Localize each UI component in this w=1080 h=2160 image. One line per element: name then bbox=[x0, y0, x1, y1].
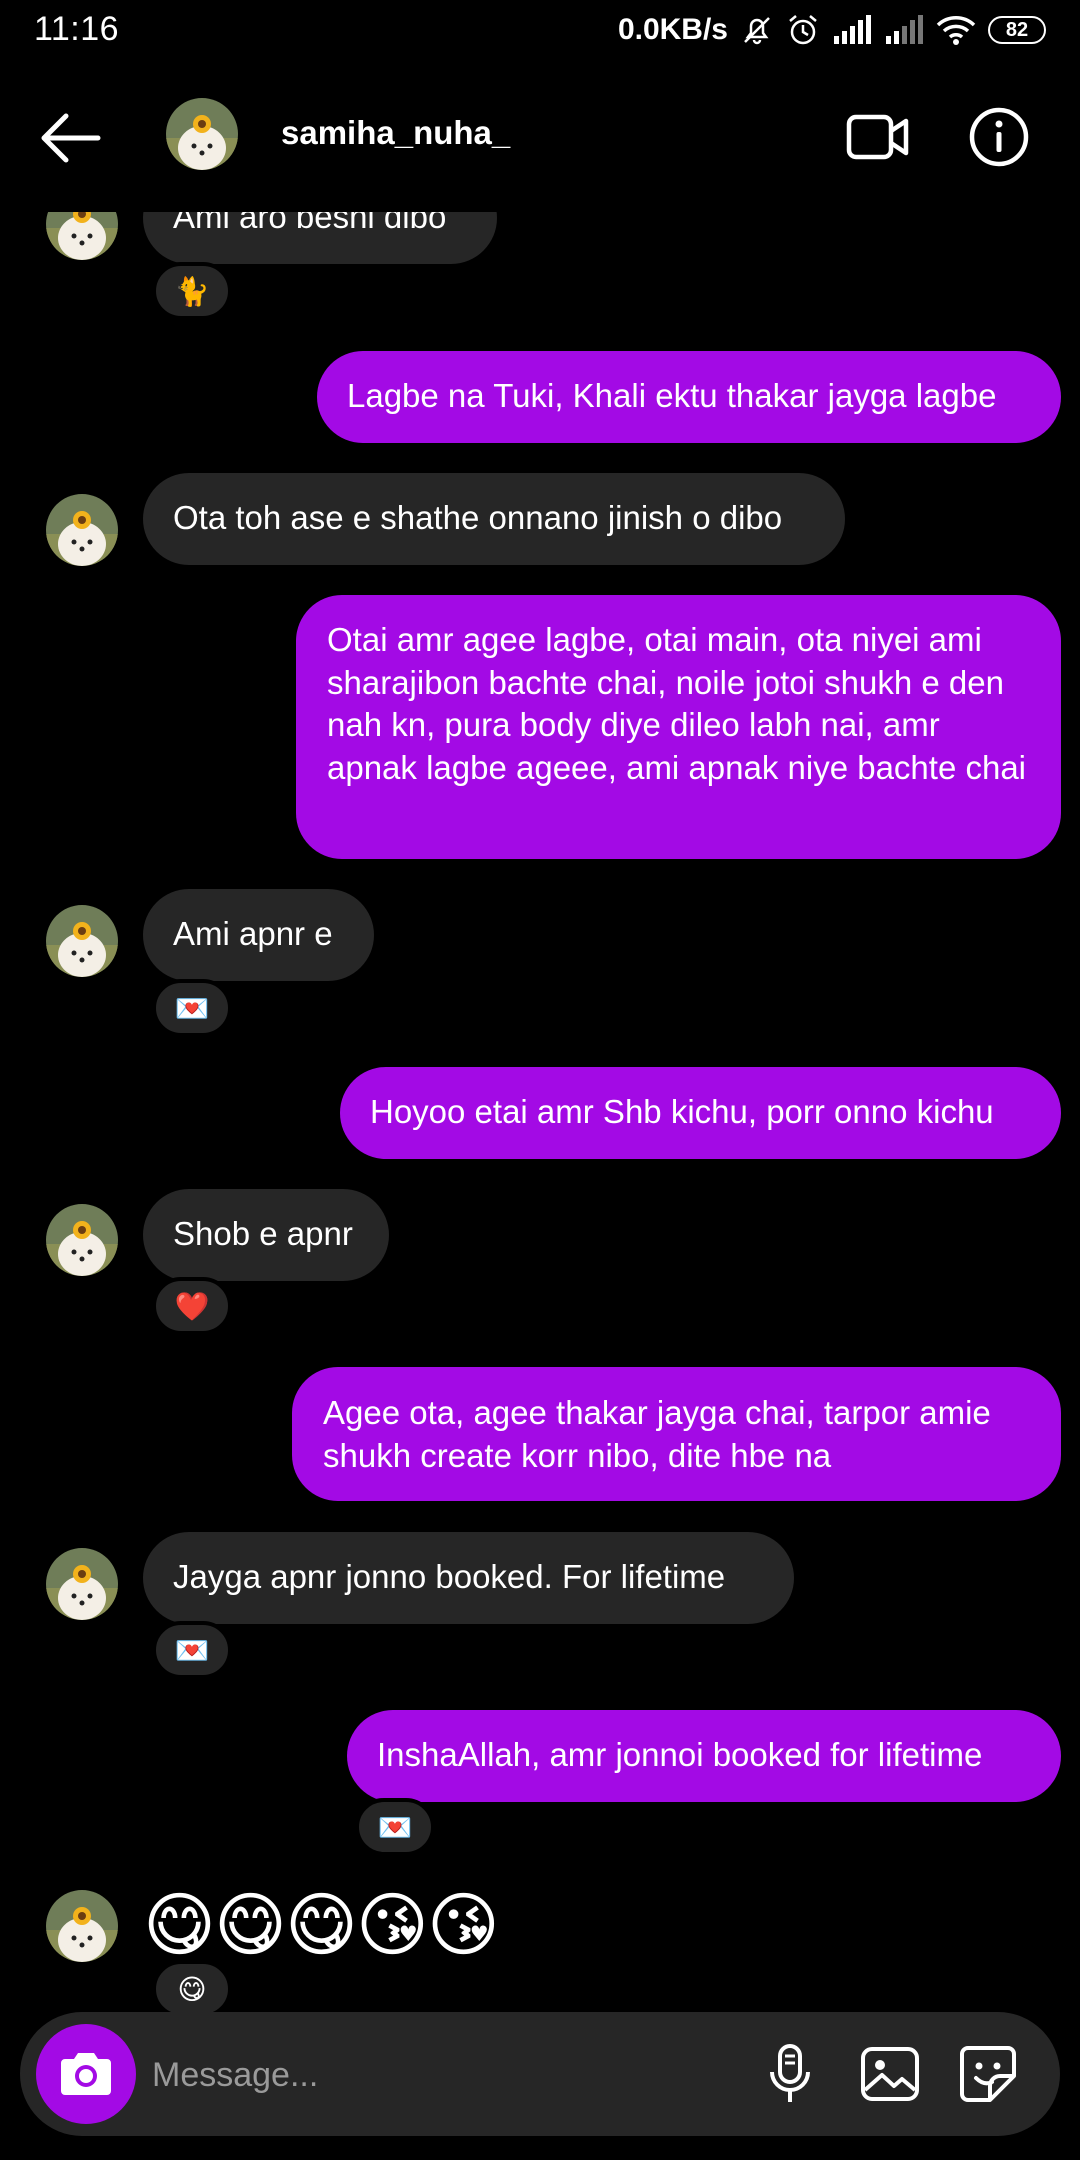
video-call-icon[interactable] bbox=[846, 112, 910, 162]
avatar-image bbox=[46, 1890, 118, 1962]
outgoing-message[interactable]: Agee ota, agee thakar jayga chai, tarpor… bbox=[292, 1367, 1061, 1501]
sender-avatar[interactable] bbox=[46, 494, 118, 566]
avatar-image bbox=[46, 1204, 118, 1276]
battery-icon: 82 bbox=[988, 16, 1046, 44]
incoming-message[interactable]: Shob e apnr bbox=[143, 1189, 389, 1281]
emoji-message[interactable]: 😋😋😋😘😘 bbox=[143, 1885, 500, 1965]
camera-icon bbox=[61, 2053, 111, 2095]
chat-header: samiha_nuha_ bbox=[0, 62, 1080, 212]
message-input[interactable] bbox=[150, 2042, 744, 2108]
alarm-icon bbox=[789, 15, 817, 45]
sticker-icon[interactable] bbox=[956, 2042, 1020, 2106]
network-speed: 0.0KB/s bbox=[617, 13, 728, 46]
avatar-image bbox=[166, 98, 238, 170]
incoming-message[interactable]: Ami apnr e bbox=[143, 889, 374, 981]
incoming-message[interactable]: Jayga apnr jonno booked. For lifetime bbox=[143, 1532, 794, 1624]
message-reaction[interactable]: 💌 bbox=[355, 1798, 435, 1856]
camera-button[interactable] bbox=[36, 2024, 136, 2124]
signal-icon bbox=[834, 15, 871, 44]
message-reaction[interactable]: 💌 bbox=[152, 1621, 232, 1679]
wifi-icon bbox=[936, 16, 976, 45]
message-reaction[interactable]: 💌 bbox=[152, 979, 232, 1037]
avatar-image bbox=[46, 494, 118, 566]
outgoing-message[interactable]: Hoyoo etai amr Shb kichu, porr onno kich… bbox=[340, 1067, 1061, 1159]
gallery-icon[interactable] bbox=[858, 2042, 922, 2106]
battery-level: 82 bbox=[1005, 18, 1029, 41]
signal-icon bbox=[886, 15, 923, 44]
outgoing-message[interactable]: Lagbe na Tuki, Khali ektu thakar jayga l… bbox=[317, 351, 1061, 443]
back-arrow-icon[interactable] bbox=[38, 112, 104, 164]
header-avatar[interactable] bbox=[166, 98, 238, 170]
avatar-image bbox=[46, 1548, 118, 1620]
avatar-image bbox=[46, 905, 118, 977]
status-time: 11:16 bbox=[34, 10, 120, 48]
sender-avatar[interactable] bbox=[46, 1204, 118, 1276]
message-reaction[interactable]: ❤️ bbox=[152, 1277, 232, 1335]
incoming-message[interactable]: Ota toh ase e shathe onnano jinish o dib… bbox=[143, 473, 845, 565]
status-bar: 11:16 0.0KB/s 82 bbox=[0, 0, 1080, 62]
info-icon[interactable] bbox=[968, 106, 1030, 168]
microphone-icon[interactable] bbox=[758, 2042, 822, 2106]
message-composer bbox=[20, 2012, 1060, 2136]
message-reaction[interactable]: 🐈 bbox=[152, 262, 232, 320]
message-reaction[interactable]: 😋 bbox=[152, 1960, 232, 2018]
outgoing-message[interactable]: InshaAllah, amr jonnoi booked for lifeti… bbox=[347, 1710, 1061, 1802]
sender-avatar[interactable] bbox=[46, 1548, 118, 1620]
status-icons: 0.0KB/s 82 bbox=[618, 8, 1046, 52]
chat-username[interactable]: samiha_nuha_ bbox=[281, 114, 510, 152]
mute-icon bbox=[744, 17, 770, 45]
sender-avatar[interactable] bbox=[46, 905, 118, 977]
outgoing-message[interactable]: Otai amr agee lagbe, otai main, ota niye… bbox=[296, 595, 1061, 859]
sender-avatar[interactable] bbox=[46, 1890, 118, 1962]
